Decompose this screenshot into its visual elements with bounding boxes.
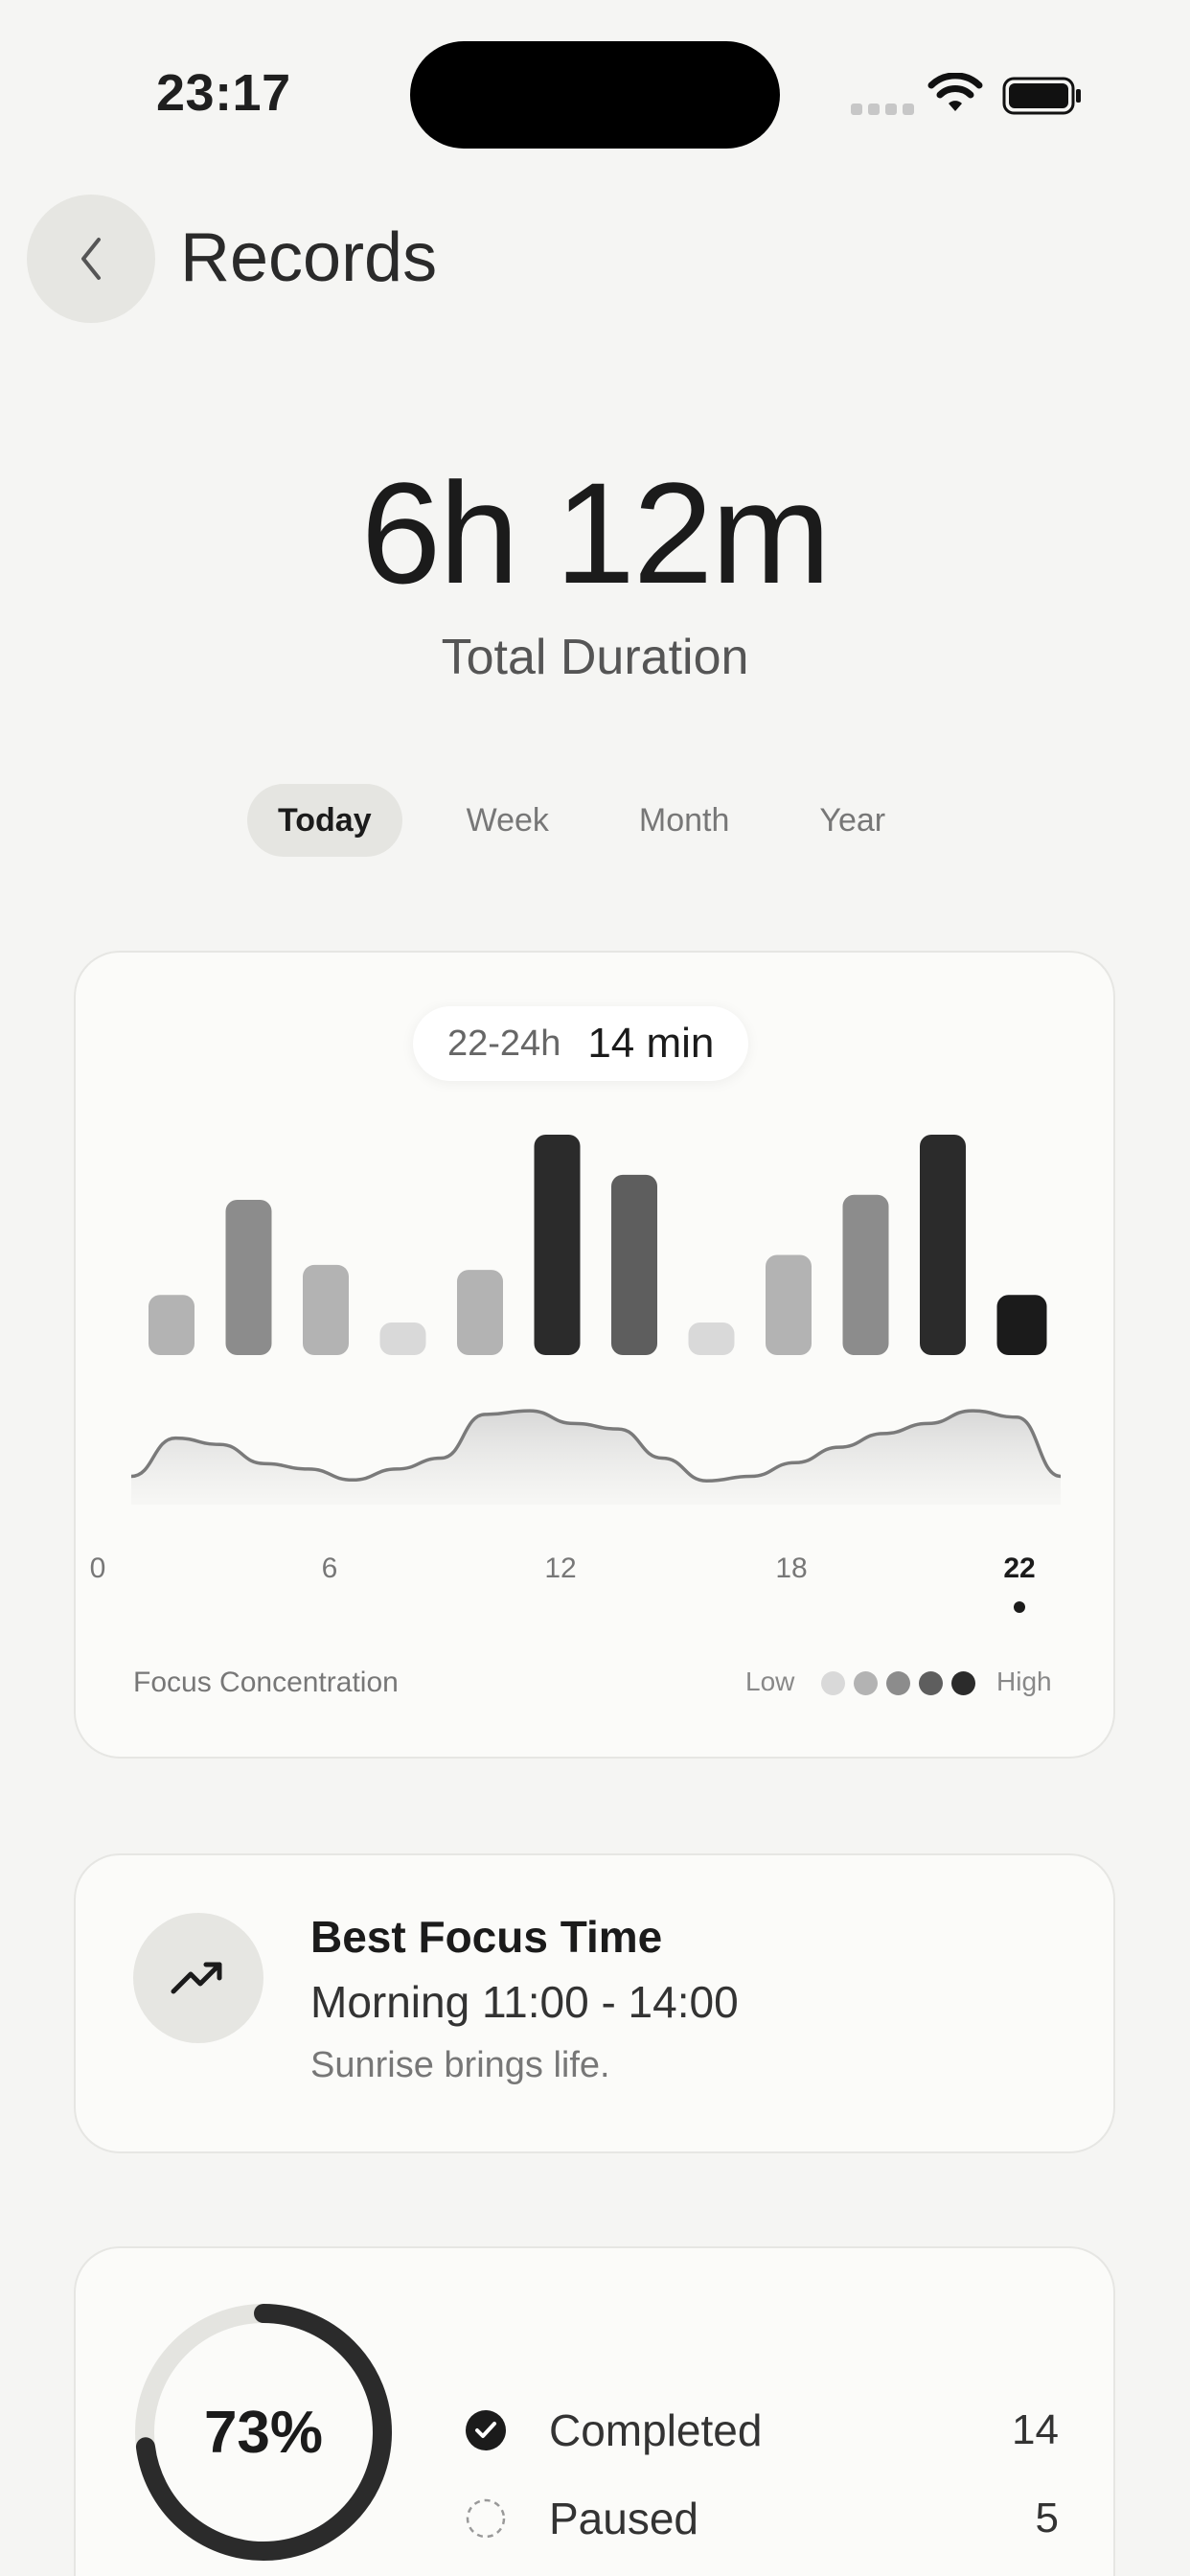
tab-month[interactable]: Month — [608, 784, 761, 857]
chart-bar-7[interactable] — [688, 1322, 735, 1355]
total-duration-label: Total Duration — [441, 630, 749, 685]
page-title: Records — [180, 219, 438, 296]
chart-bar-11[interactable] — [996, 1295, 1047, 1355]
best-focus-quote: Sunrise brings life. — [310, 2045, 610, 2085]
best-focus-card[interactable]: Best Focus Time Morning 11:00 - 14:00 Su… — [74, 1853, 1115, 2153]
chart-bar-6[interactable] — [611, 1174, 657, 1355]
chart-bar-9[interactable] — [842, 1194, 889, 1355]
best-focus-time: Morning 11:00 - 14:00 — [310, 1977, 739, 2027]
selected-tick-dot — [1014, 1601, 1025, 1613]
chart-bar-3[interactable] — [379, 1322, 426, 1355]
chart-bar-8[interactable] — [766, 1254, 812, 1355]
stat-row-completed: Completed 14 — [465, 2402, 1059, 2459]
completion-card: 73% Completed 14 Paused 5 — [74, 2246, 1115, 2576]
legend-dot-4 — [919, 1671, 943, 1695]
status-time: 23:17 — [156, 64, 291, 122]
best-focus-title: Best Focus Time — [310, 1912, 663, 1962]
legend-dot-3 — [886, 1671, 910, 1695]
completion-percent: 73% — [203, 2399, 324, 2466]
trend-icon-badge — [133, 1913, 263, 2043]
tab-year[interactable]: Year — [789, 784, 916, 857]
chart-bar-10[interactable] — [920, 1135, 966, 1355]
tab-today[interactable]: Today — [247, 784, 402, 857]
x-tick-18: 18 — [775, 1552, 807, 1584]
focus-chart-card: 0 6 12 18 22 22-24h 14 min Focus Concentrati… — [74, 951, 1115, 1759]
x-tick-22: 22 — [1003, 1552, 1035, 1584]
dashed-circle-icon — [466, 2498, 506, 2539]
chart-bar-1[interactable] — [225, 1199, 272, 1355]
wifi-icon — [927, 73, 983, 111]
check-circle-icon — [466, 2410, 506, 2450]
total-duration-value: 6h 12m — [360, 452, 831, 613]
chart-bar-2[interactable] — [303, 1264, 349, 1355]
back-button[interactable] — [27, 195, 155, 323]
completed-count: 14 — [1012, 2406, 1059, 2453]
legend-dot-5 — [951, 1671, 975, 1695]
chevron-left-icon — [81, 238, 101, 280]
legend-high-label: High — [996, 1667, 1052, 1696]
tooltip-value: 14 min — [587, 1020, 715, 1067]
period-tabs: Today Week Month Year — [247, 784, 916, 857]
chart-bar-0[interactable] — [149, 1295, 195, 1355]
tooltip-range: 22-24h — [447, 1023, 561, 1064]
battery-icon — [1002, 77, 1081, 115]
x-tick-0: 0 — [90, 1552, 106, 1584]
legend-dot-2 — [854, 1671, 878, 1695]
completed-label: Completed — [549, 2405, 763, 2455]
x-tick-6: 6 — [322, 1552, 338, 1584]
stat-row-paused: Paused 5 — [465, 2490, 1059, 2547]
chart-bar-5[interactable] — [534, 1135, 581, 1355]
trending-up-icon — [171, 1962, 222, 1994]
cellular-signal-icon — [851, 104, 914, 115]
chart-bar-4[interactable] — [457, 1270, 503, 1355]
dynamic-island — [410, 41, 780, 149]
chart-tooltip: 22-24h 14 min — [413, 1006, 749, 1081]
paused-label: Paused — [549, 2494, 699, 2543]
records-screen: 23:17 Records 6h 12m Total Duration Toda… — [0, 0, 1190, 2576]
paused-count: 5 — [1035, 2495, 1059, 2542]
legend-dot-1 — [821, 1671, 845, 1695]
legend-title: Focus Concentration — [133, 1667, 399, 1698]
x-tick-12: 12 — [544, 1552, 576, 1584]
legend-scale — [821, 1671, 975, 1695]
tab-week[interactable]: Week — [436, 784, 580, 857]
legend-low-label: Low — [745, 1667, 795, 1696]
